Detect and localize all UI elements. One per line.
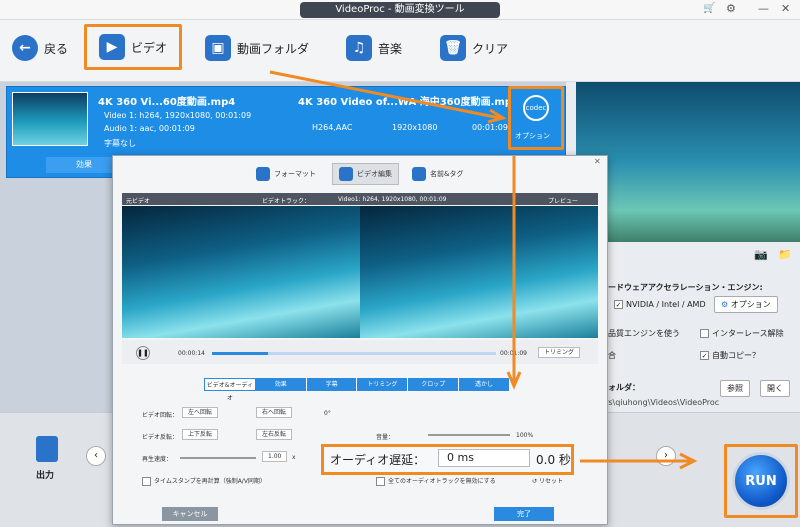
annotation-arrows [269,70,698,470]
arrow-video-to-option [269,70,501,120]
